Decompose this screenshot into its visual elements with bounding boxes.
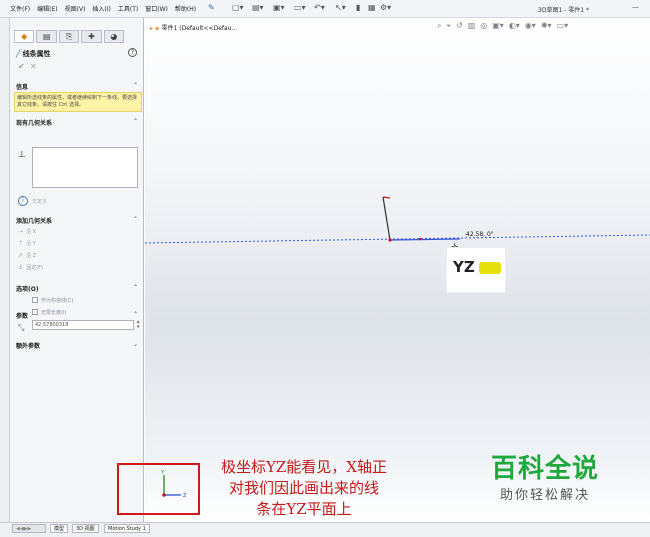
tab-model[interactable]: 模型 (50, 524, 69, 533)
plane-inference-box: YZ (446, 247, 506, 293)
sketch-point[interactable] (388, 238, 392, 242)
bottom-tab-bar: ◀◀▶▶ 模型 3D 视图 Motion Study 1 (0, 522, 650, 537)
plane-indicator-icon (479, 262, 501, 274)
plane-label: YZ (453, 258, 475, 276)
annotation-callout: 极坐标YZ能看见，X轴正 对我们因此画出来的线 条在YZ平面上 (198, 457, 410, 520)
tab-motion-study[interactable]: Motion Study 1 (104, 524, 150, 533)
sketch-point[interactable] (418, 237, 422, 241)
triad-z-label: Z (183, 493, 187, 499)
tab-3d-views[interactable]: 3D 视图 (72, 524, 99, 533)
callout-line: 对我们因此画出来的线 (228, 479, 379, 497)
dimension-label: 42.58, 0° (466, 231, 494, 238)
watermark-title: 百科全说 (490, 454, 599, 484)
reference-triad: Y Z (160, 470, 187, 499)
sketch-line-tip[interactable] (382, 196, 391, 199)
sketch-line-z[interactable] (382, 196, 391, 241)
tab-scroll-arrows[interactable]: ◀◀▶▶ (12, 524, 46, 533)
sketch-line-current[interactable] (389, 238, 461, 241)
triad-x-axis (162, 493, 166, 497)
callout-line: 极坐标YZ能看见，X轴正 (220, 458, 387, 476)
infinite-guide-line (144, 234, 650, 244)
callout-line: 条在YZ平面上 (256, 500, 352, 518)
watermark-subtitle: 助你轻松解决 (499, 488, 590, 503)
